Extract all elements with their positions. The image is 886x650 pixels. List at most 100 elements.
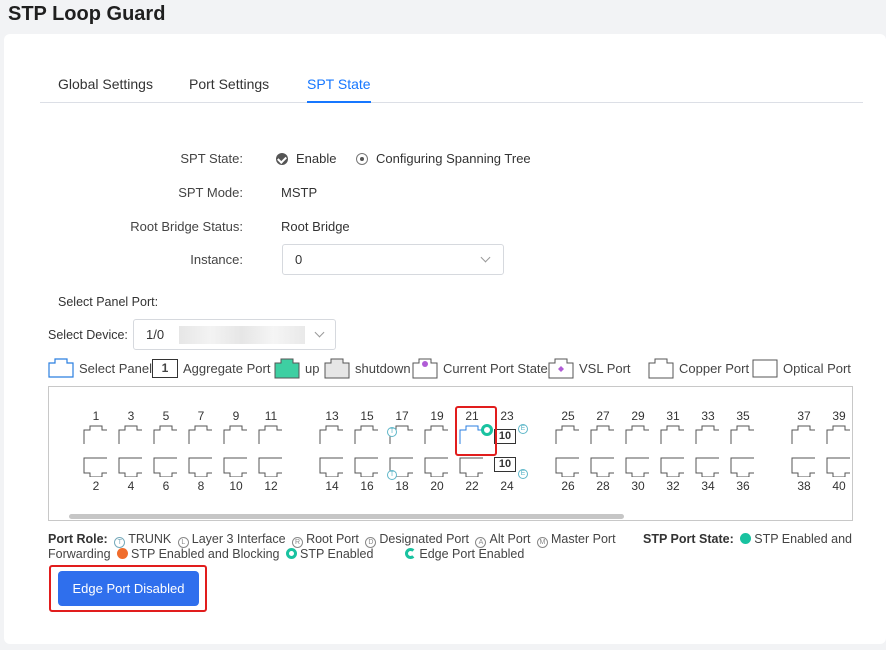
- port-number-27: 27: [596, 409, 610, 423]
- port-13[interactable]: [319, 424, 343, 444]
- port-number-31: 31: [666, 409, 680, 423]
- port-number-9: 9: [232, 409, 240, 423]
- port-3[interactable]: [118, 424, 142, 444]
- chevron-down-icon: [480, 252, 491, 263]
- spt-state-configuring-label: Configuring Spanning Tree: [376, 151, 531, 166]
- legend-copper-port: Copper Port: [648, 357, 749, 379]
- chevron-down-icon: [314, 327, 325, 338]
- port-2[interactable]: [83, 457, 107, 477]
- port-number-28: 28: [596, 479, 610, 493]
- select-device-label: Select Device:: [48, 328, 128, 342]
- stp-enabled-icon: [285, 548, 297, 559]
- port-number-40: 40: [832, 479, 846, 493]
- port-9[interactable]: [223, 424, 247, 444]
- stp-state-legend-row2: Forwarding STP Enabled and Blocking STP …: [48, 547, 525, 561]
- port-40[interactable]: [826, 457, 850, 477]
- spt-state-enable-radio[interactable]: Enable: [276, 151, 336, 166]
- stp-state-legend: STP Port State: STP Enabled and: [643, 532, 853, 546]
- port-5[interactable]: [153, 424, 177, 444]
- legend-select-panel: Select Panel: [48, 357, 152, 379]
- port-23-edge-icon: E: [518, 424, 528, 434]
- port-number-34: 34: [701, 479, 715, 493]
- port-12[interactable]: [258, 457, 282, 477]
- tab-spt-state[interactable]: SPT State: [307, 76, 371, 103]
- port-28[interactable]: [590, 457, 614, 477]
- port-number-5: 5: [162, 409, 170, 423]
- port-22[interactable]: [459, 457, 483, 477]
- port-36[interactable]: [730, 457, 754, 477]
- spt-mode-label: SPT Mode:: [178, 185, 243, 200]
- device-name-redacted: [179, 326, 305, 344]
- port-number-17: 17: [395, 409, 409, 423]
- port-number-23: 23: [500, 409, 514, 423]
- spt-state-enable-label: Enable: [296, 151, 337, 166]
- port-29[interactable]: [625, 424, 649, 444]
- edge-port-icon: [405, 548, 417, 559]
- select-panel-port-label: Select Panel Port:: [58, 295, 159, 309]
- port-number-29: 29: [631, 409, 645, 423]
- page-title: STP Loop Guard: [8, 3, 166, 25]
- port-27[interactable]: [590, 424, 614, 444]
- port-20[interactable]: [424, 457, 448, 477]
- current-state-icon: [412, 358, 438, 378]
- vsl-port-icon: [548, 358, 574, 378]
- port-number-32: 32: [666, 479, 680, 493]
- port-25[interactable]: [555, 424, 579, 444]
- port-14[interactable]: [319, 457, 343, 477]
- port-number-39: 39: [832, 409, 846, 423]
- port-21-highlight: [455, 406, 497, 456]
- port-number-22: 22: [465, 479, 479, 493]
- port-number-26: 26: [561, 479, 575, 493]
- port-15[interactable]: [354, 424, 378, 444]
- edge-port-disabled-button[interactable]: Edge Port Disabled: [58, 571, 199, 606]
- port-number-13: 13: [325, 409, 339, 423]
- port-16[interactable]: [354, 457, 378, 477]
- port-number-8: 8: [197, 479, 205, 493]
- port-19[interactable]: [424, 424, 448, 444]
- spt-state-configuring-radio[interactable]: Configuring Spanning Tree: [356, 151, 531, 166]
- radio-unchecked-icon: [356, 153, 368, 165]
- port-number-20: 20: [430, 479, 444, 493]
- port-37[interactable]: [791, 424, 815, 444]
- device-select[interactable]: 1/0: [133, 319, 336, 350]
- port-32[interactable]: [660, 457, 684, 477]
- port-number-3: 3: [127, 409, 135, 423]
- port-number-36: 36: [736, 479, 750, 493]
- port-6[interactable]: [153, 457, 177, 477]
- port-30[interactable]: [625, 457, 649, 477]
- port-7[interactable]: [188, 424, 212, 444]
- radio-checked-icon: [276, 153, 288, 165]
- port-18-trunk-icon: T: [387, 470, 397, 480]
- port-number-2: 2: [92, 479, 100, 493]
- panel-scrollbar[interactable]: [69, 514, 624, 519]
- tab-port-settings[interactable]: Port Settings: [189, 76, 269, 103]
- instance-select[interactable]: 0: [282, 244, 504, 275]
- port-8[interactable]: [188, 457, 212, 477]
- port-33[interactable]: [695, 424, 719, 444]
- port-34[interactable]: [695, 457, 719, 477]
- root-bridge-label: Root Bridge Status:: [130, 219, 243, 234]
- legend-shutdown: shutdown: [324, 357, 411, 379]
- port-number-15: 15: [360, 409, 374, 423]
- port-11[interactable]: [258, 424, 282, 444]
- legend-aggregate-port: 1 Aggregate Port: [152, 357, 270, 379]
- tab-global-settings[interactable]: Global Settings: [58, 76, 153, 103]
- optical-port-icon: [752, 359, 778, 377]
- port-1[interactable]: [83, 424, 107, 444]
- port-26[interactable]: [555, 457, 579, 477]
- port-10[interactable]: [223, 457, 247, 477]
- legend-vsl-port: VSL Port: [548, 357, 631, 379]
- port-4[interactable]: [118, 457, 142, 477]
- port-number-12: 12: [264, 479, 278, 493]
- port-24-edge-icon: E: [518, 469, 528, 479]
- port-38[interactable]: [791, 457, 815, 477]
- port-23-aggregate-icon: 10: [494, 429, 516, 444]
- port-24-aggregate-icon: 10: [494, 457, 516, 472]
- port-35[interactable]: [730, 424, 754, 444]
- port-31[interactable]: [660, 424, 684, 444]
- tab-bar: Global Settings Port Settings SPT State: [40, 74, 863, 103]
- port-39[interactable]: [826, 424, 850, 444]
- port-number-25: 25: [561, 409, 575, 423]
- port-number-1: 1: [92, 409, 100, 423]
- legend-optical-port: Optical Port: [752, 357, 851, 379]
